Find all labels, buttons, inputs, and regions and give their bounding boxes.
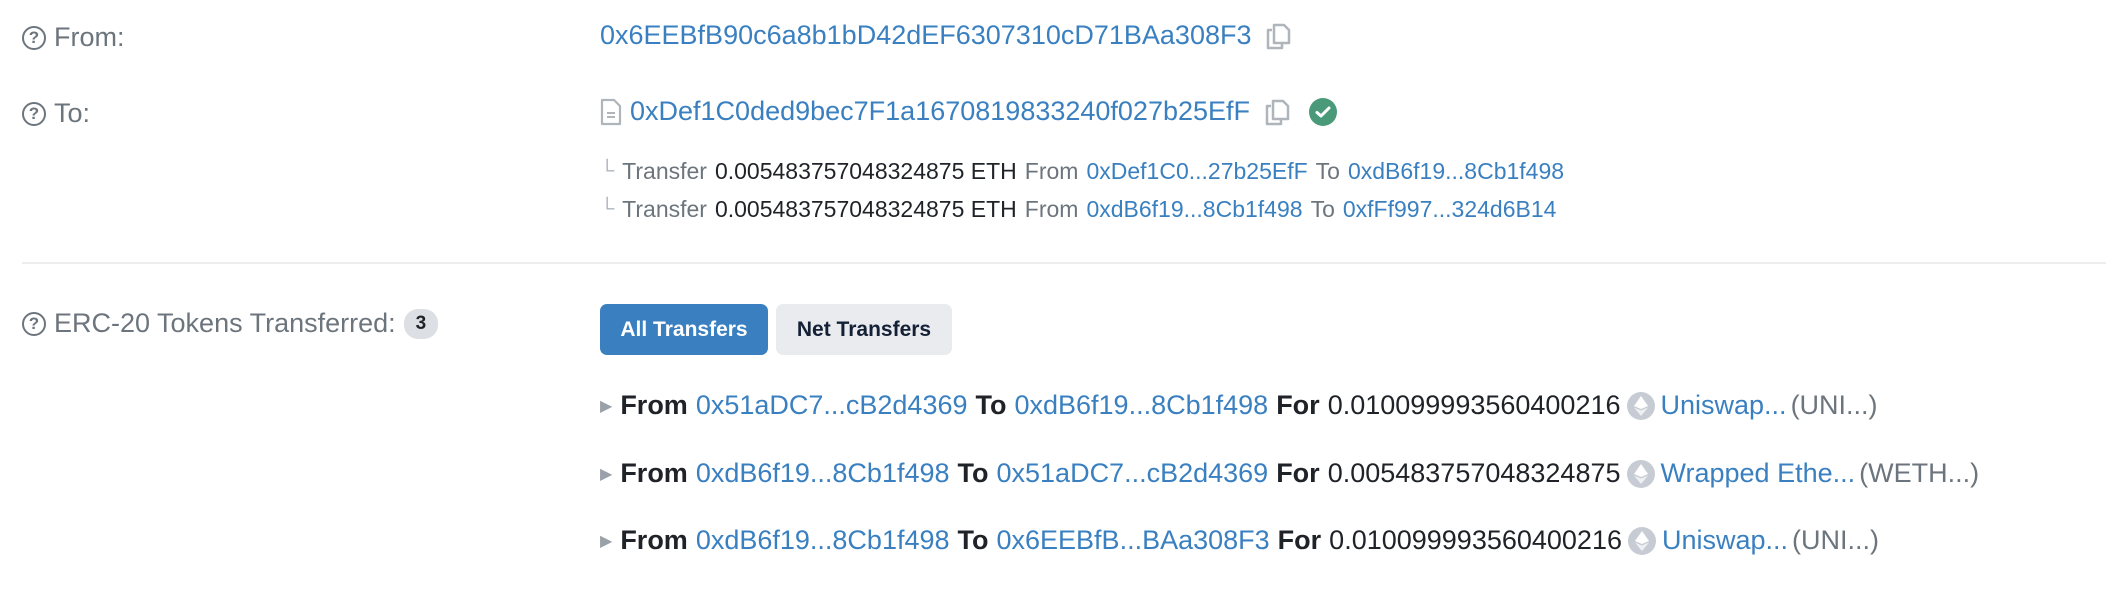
to-address-link[interactable]: 0xDef1C0ded9bec7F1a1670819833240f027b25E… xyxy=(630,96,1250,127)
to-value: 0xDef1C0ded9bec7F1a1670819833240f027b25E… xyxy=(600,96,1338,127)
from-label: From xyxy=(620,525,688,555)
to-address-link[interactable]: 0xdB6f19...8Cb1f498 xyxy=(1348,158,1564,185)
contract-document-icon xyxy=(600,98,622,126)
from-row: ? From: 0x6EEBfB90c6a8b1bD42dEF6307310cD… xyxy=(0,18,2106,62)
help-icon[interactable]: ? xyxy=(22,311,46,336)
from-address-link[interactable]: 0xdB6f19...8Cb1f498 xyxy=(696,525,950,556)
for-label: For xyxy=(1277,525,1322,555)
help-icon[interactable]: ? xyxy=(22,101,46,126)
token-symbol: (UNI...) xyxy=(1792,525,1880,555)
all-transfers-tab[interactable]: All Transfers xyxy=(600,304,768,355)
token-name-link[interactable]: Uniswap... xyxy=(1661,390,1787,421)
token-count-badge: 3 xyxy=(403,308,439,339)
section-divider xyxy=(22,262,2106,264)
to-address-link[interactable]: 0x51aDC7...cB2d4369 xyxy=(997,458,1269,489)
copy-icon[interactable] xyxy=(1262,97,1292,127)
from-address-link[interactable]: 0xdB6f19...8Cb1f498 xyxy=(696,458,950,489)
to-label: To xyxy=(957,458,989,488)
internal-transfer-row: └ Transfer 0.005483757048324875 ETH From… xyxy=(600,158,1564,185)
for-label: For xyxy=(1276,390,1320,420)
transfer-type-label: Transfer xyxy=(622,196,707,222)
token-symbol: (UNI...) xyxy=(1790,390,1878,420)
from-label: From xyxy=(1024,158,1079,184)
copy-icon[interactable] xyxy=(1263,21,1293,51)
to-row: ? To: 0xDef1C0ded9bec7F1a1670819833240f0… xyxy=(0,94,2106,138)
help-icon[interactable]: ? xyxy=(22,25,46,50)
from-label: From xyxy=(620,458,688,488)
tree-elbow-icon: └ xyxy=(600,160,615,182)
from-value: 0x6EEBfB90c6a8b1bD42dEF6307310cD71BAa308… xyxy=(600,20,1293,51)
token-transfer-row: ▶ From 0x51aDC7...cB2d4369 To 0xdB6f19..… xyxy=(600,390,1878,421)
transfer-amount: 0.005483757048324875 ETH xyxy=(714,158,1017,184)
transfer-type-label: Transfer xyxy=(622,158,707,184)
to-address-link[interactable]: 0x6EEBfB...BAa308F3 xyxy=(997,525,1270,556)
expand-caret-icon[interactable]: ▶ xyxy=(600,396,612,416)
expand-caret-icon[interactable]: ▶ xyxy=(600,531,612,551)
ethereum-icon xyxy=(1627,526,1656,555)
from-address-link[interactable]: 0x6EEBfB90c6a8b1bD42dEF6307310cD71BAa308… xyxy=(600,20,1251,51)
from-label: From xyxy=(1024,196,1079,222)
token-amount: 0.005483757048324875 xyxy=(1327,458,1621,488)
token-transfer-row: ▶ From 0xdB6f19...8Cb1f498 To 0x6EEBfB..… xyxy=(600,525,1879,556)
to-label: To xyxy=(1310,196,1335,222)
to-label: To xyxy=(1315,158,1340,184)
from-label: From xyxy=(620,390,688,420)
ethereum-icon xyxy=(1626,459,1655,488)
erc20-label-group: ? ERC-20 Tokens Transferred: 3 xyxy=(22,308,439,339)
ethereum-icon xyxy=(1626,391,1655,420)
token-symbol: (WETH...) xyxy=(1859,458,1980,488)
to-address-link[interactable]: 0xfFf997...324d6B14 xyxy=(1343,196,1557,223)
transfer-amount: 0.005483757048324875 ETH xyxy=(714,196,1017,222)
from-address-link[interactable]: 0x51aDC7...cB2d4369 xyxy=(696,390,968,421)
net-transfers-tab[interactable]: Net Transfers xyxy=(776,304,952,355)
to-label-group: ? To: xyxy=(22,98,90,129)
verified-check-icon xyxy=(1308,97,1338,127)
to-label: To: xyxy=(54,98,91,128)
token-transfer-row: ▶ From 0xdB6f19...8Cb1f498 To 0x51aDC7..… xyxy=(600,458,1979,489)
internal-transfer-row: └ Transfer 0.005483757048324875 ETH From… xyxy=(600,196,1556,223)
to-address-link[interactable]: 0xdB6f19...8Cb1f498 xyxy=(1014,390,1268,421)
erc20-label: ERC-20 Tokens Transferred: xyxy=(54,308,396,338)
from-address-link[interactable]: 0xDef1C0...27b25EfF xyxy=(1086,158,1307,185)
to-label: To xyxy=(957,525,989,555)
from-label-group: ? From: xyxy=(22,22,125,53)
transfer-view-tabs: All Transfers Net Transfers xyxy=(600,304,960,355)
tree-elbow-icon: └ xyxy=(600,198,615,220)
from-label: From: xyxy=(54,22,125,52)
token-name-link[interactable]: Uniswap... xyxy=(1662,525,1788,556)
for-label: For xyxy=(1276,458,1320,488)
expand-caret-icon[interactable]: ▶ xyxy=(600,464,612,484)
to-label: To xyxy=(975,390,1007,420)
token-amount: 0.010099993560400216 xyxy=(1329,525,1622,555)
token-name-link[interactable]: Wrapped Ethe... xyxy=(1661,458,1856,489)
from-address-link[interactable]: 0xdB6f19...8Cb1f498 xyxy=(1086,196,1302,223)
token-amount: 0.010099993560400216 xyxy=(1327,390,1621,420)
